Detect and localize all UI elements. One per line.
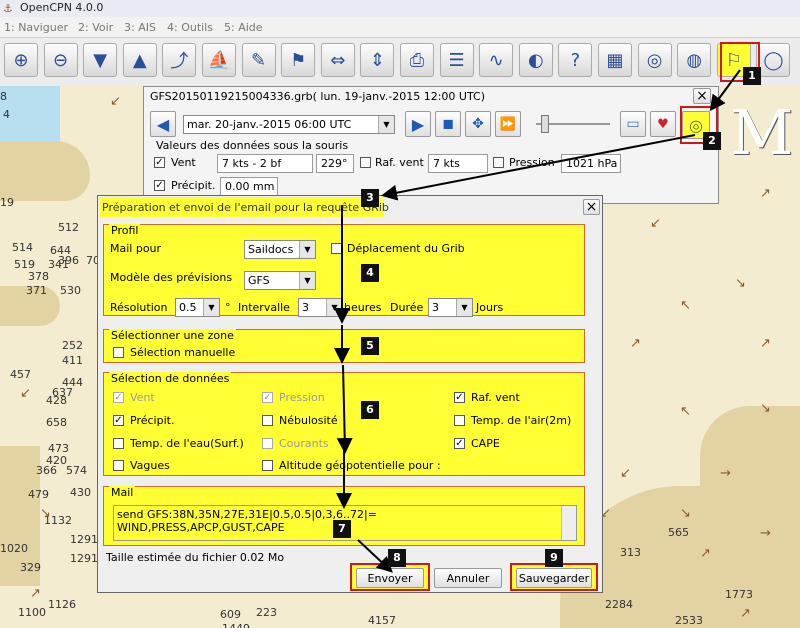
annotation-arrows [334, 69, 741, 573]
badge-9: 9 [545, 549, 563, 567]
badge-5: 5 [361, 337, 379, 355]
badge-6: 6 [361, 401, 379, 419]
badge-1: 1 [743, 67, 761, 85]
badge-4: 4 [361, 264, 379, 282]
badge-3: 3 [361, 189, 379, 207]
badge-2: 2 [703, 132, 721, 150]
badge-7: 7 [333, 520, 351, 538]
badge-8: 8 [388, 549, 406, 567]
